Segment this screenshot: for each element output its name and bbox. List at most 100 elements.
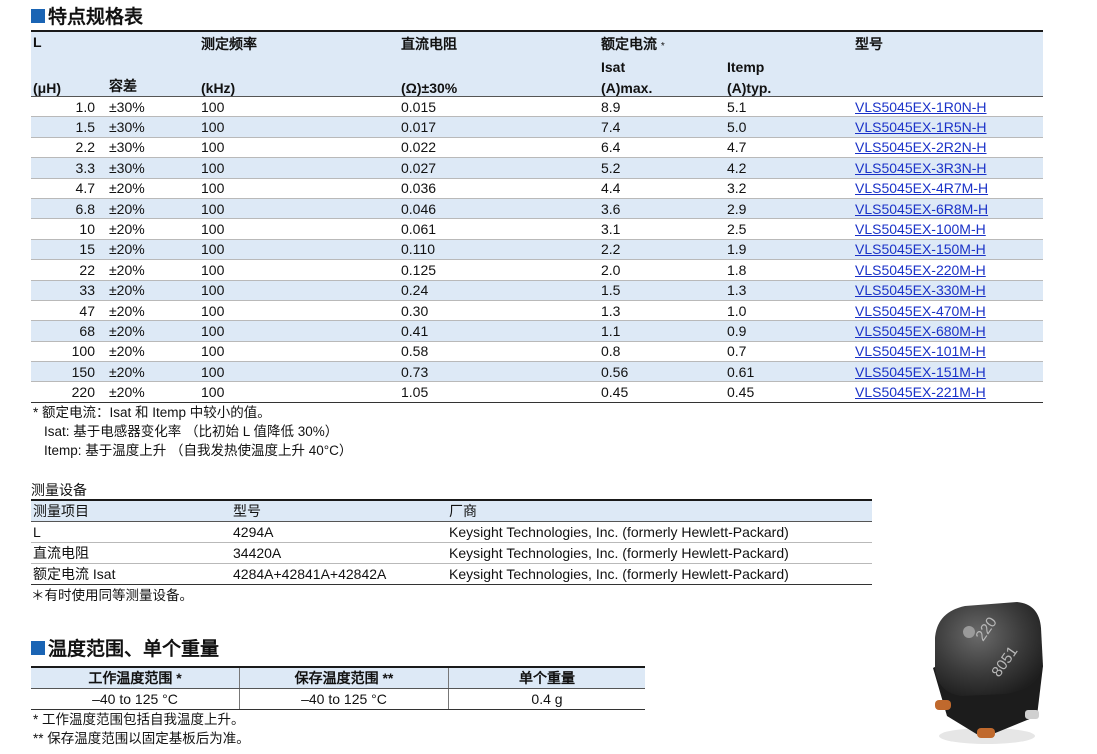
part-number-link[interactable]: VLS5045EX-220M-H	[855, 262, 986, 278]
temp-header-operating: 工作温度范围 *	[31, 666, 240, 689]
spec-cell-freq: 100	[199, 361, 399, 383]
spec-cell-freq: 100	[199, 96, 399, 118]
part-number-link[interactable]: VLS5045EX-2R2N-H	[855, 139, 987, 155]
part-number-link[interactable]: VLS5045EX-221M-H	[855, 384, 986, 400]
part-number-link[interactable]: VLS5045EX-1R5N-H	[855, 119, 987, 135]
header-isat: Isat	[601, 59, 626, 75]
header-part-no: 型号	[855, 36, 883, 52]
spec-note: Itemp: 基于温度上升 （自我发热使温度上升 40°C）	[44, 443, 353, 458]
header-rated-current: 额定电流 *	[601, 36, 665, 52]
spec-row: 3.3 ±30% 100 0.027 5.2 4.2 VLS5045EX-3R3N-H	[31, 157, 1043, 179]
header-itemp-unit: (A)typ.	[725, 75, 853, 97]
spec-cell-tolerance: ±20%	[107, 300, 199, 322]
spec-cell-part[interactable]: VLS5045EX-470M-H	[853, 300, 1043, 322]
spec-cell-l: 2.2	[31, 137, 107, 159]
meas-cell-model: 4294A	[231, 521, 447, 543]
temperature-section-title: 温度范围、单个重量	[31, 634, 219, 661]
part-number-link[interactable]: VLS5045EX-330M-H	[855, 282, 986, 298]
spec-cell-isat: 0.8	[599, 341, 725, 363]
spec-cell-l: 15	[31, 239, 107, 261]
spec-cell-part[interactable]: VLS5045EX-1R0N-H	[853, 96, 1043, 118]
spec-note: Isat: 基于电感器变化率 （比初始 L 值降低 30%）	[44, 424, 339, 439]
meas-cell-item: 直流电阻	[31, 542, 231, 564]
spec-cell-isat: 7.4	[599, 116, 725, 138]
spec-cell-freq: 100	[199, 259, 399, 281]
spec-cell-itemp: 1.3	[725, 280, 853, 301]
spec-row: 68 ±20% 100 0.41 1.1 0.9 VLS5045EX-680M-H	[31, 320, 1043, 342]
header-freq: 测定频率	[201, 36, 257, 52]
spec-cell-dcr: 0.036	[399, 178, 599, 199]
spec-cell-part[interactable]: VLS5045EX-2R2N-H	[853, 137, 1043, 159]
header-l-unit: (μH)	[31, 75, 107, 97]
spec-cell-part[interactable]: VLS5045EX-150M-H	[853, 239, 1043, 261]
part-number-link[interactable]: VLS5045EX-150M-H	[855, 241, 986, 257]
meas-cell-model: 4284A+42841A+42842A	[231, 563, 447, 585]
measurement-row: 额定电流 Isat 4284A+42841A+42842A Keysight Tec…	[31, 563, 872, 585]
spec-cell-part[interactable]: VLS5045EX-1R5N-H	[853, 116, 1043, 138]
meas-cell-maker: Keysight Technologies, Inc. (formerly He…	[447, 542, 872, 564]
inductor-photo: 220 8051	[933, 602, 1043, 744]
spec-cell-tolerance: ±20%	[107, 280, 199, 301]
header-dcr: 直流电阻	[401, 36, 457, 52]
measurement-row: L 4294A Keysight Technologies, Inc. (forme…	[31, 521, 872, 543]
spec-cell-part[interactable]: VLS5045EX-4R7M-H	[853, 178, 1043, 199]
spec-cell-itemp: 5.0	[725, 116, 853, 138]
spec-cell-freq: 100	[199, 157, 399, 179]
spec-cell-itemp: 0.9	[725, 320, 853, 342]
temperature-note: ** 保存温度范围以固定基板后为准。	[33, 731, 250, 746]
spec-cell-isat: 0.45	[599, 381, 725, 403]
spec-cell-itemp: 3.2	[725, 178, 853, 199]
meas-cell-maker: Keysight Technologies, Inc. (formerly He…	[447, 521, 872, 543]
spec-cell-dcr: 0.73	[399, 361, 599, 383]
meas-header-maker: 厂商	[447, 499, 872, 522]
spec-cell-itemp: 5.1	[725, 96, 853, 118]
spec-cell-freq: 100	[199, 320, 399, 342]
spec-cell-dcr: 0.24	[399, 280, 599, 301]
spec-cell-tolerance: ±20%	[107, 239, 199, 261]
meas-cell-item: L	[31, 521, 231, 543]
spec-cell-l: 1.5	[31, 116, 107, 138]
spec-cell-l: 4.7	[31, 178, 107, 199]
spec-cell-itemp: 1.0	[725, 300, 853, 322]
meas-cell-item: 额定电流 Isat	[31, 563, 231, 585]
part-number-link[interactable]: VLS5045EX-470M-H	[855, 303, 986, 319]
part-number-link[interactable]: VLS5045EX-151M-H	[855, 364, 986, 380]
part-number-link[interactable]: VLS5045EX-101M-H	[855, 343, 986, 359]
part-number-link[interactable]: VLS5045EX-6R8M-H	[855, 201, 988, 217]
spec-cell-itemp: 2.9	[725, 198, 853, 220]
spec-cell-part[interactable]: VLS5045EX-151M-H	[853, 361, 1043, 383]
part-number-link[interactable]: VLS5045EX-1R0N-H	[855, 99, 987, 115]
spec-cell-tolerance: ±30%	[107, 116, 199, 138]
part-number-link[interactable]: VLS5045EX-4R7M-H	[855, 180, 988, 196]
spec-row: 10 ±20% 100 0.061 3.1 2.5 VLS5045EX-100M-H	[31, 218, 1043, 240]
header-freq-unit: (kHz)	[199, 75, 399, 97]
meas-cell-model: 34420A	[231, 542, 447, 564]
part-number-link[interactable]: VLS5045EX-680M-H	[855, 323, 986, 339]
spec-cell-itemp: 0.45	[725, 381, 853, 403]
spec-cell-freq: 100	[199, 280, 399, 301]
spec-cell-tolerance: ±30%	[107, 96, 199, 118]
spec-cell-tolerance: ±20%	[107, 218, 199, 240]
spec-row: 1.5 ±30% 100 0.017 7.4 5.0 VLS5045EX-1R5N-H	[31, 116, 1043, 138]
spec-row: 4.7 ±20% 100 0.036 4.4 3.2 VLS5045EX-4R7M-H	[31, 178, 1043, 199]
spec-cell-part[interactable]: VLS5045EX-3R3N-H	[853, 157, 1043, 179]
spec-cell-dcr: 1.05	[399, 381, 599, 403]
spec-cell-freq: 100	[199, 218, 399, 240]
spec-cell-part[interactable]: VLS5045EX-221M-H	[853, 381, 1043, 403]
spec-cell-tolerance: ±30%	[107, 157, 199, 179]
spec-note: * 额定电流：Isat 和 Itemp 中较小的值。	[33, 405, 271, 420]
part-number-link[interactable]: VLS5045EX-3R3N-H	[855, 160, 987, 176]
spec-cell-tolerance: ±30%	[107, 137, 199, 159]
spec-cell-part[interactable]: VLS5045EX-330M-H	[853, 280, 1043, 301]
spec-cell-part[interactable]: VLS5045EX-100M-H	[853, 218, 1043, 240]
spec-cell-isat: 3.1	[599, 218, 725, 240]
part-number-link[interactable]: VLS5045EX-100M-H	[855, 221, 986, 237]
spec-cell-dcr: 0.41	[399, 320, 599, 342]
measurement-table: 测量项目 型号 厂商 L 4294A Keysight Technologies, …	[31, 499, 872, 585]
spec-cell-part[interactable]: VLS5045EX-680M-H	[853, 320, 1043, 342]
spec-cell-dcr: 0.015	[399, 96, 599, 118]
spec-cell-part[interactable]: VLS5045EX-101M-H	[853, 341, 1043, 363]
spec-cell-l: 68	[31, 320, 107, 342]
spec-cell-part[interactable]: VLS5045EX-220M-H	[853, 259, 1043, 281]
spec-cell-part[interactable]: VLS5045EX-6R8M-H	[853, 198, 1043, 220]
